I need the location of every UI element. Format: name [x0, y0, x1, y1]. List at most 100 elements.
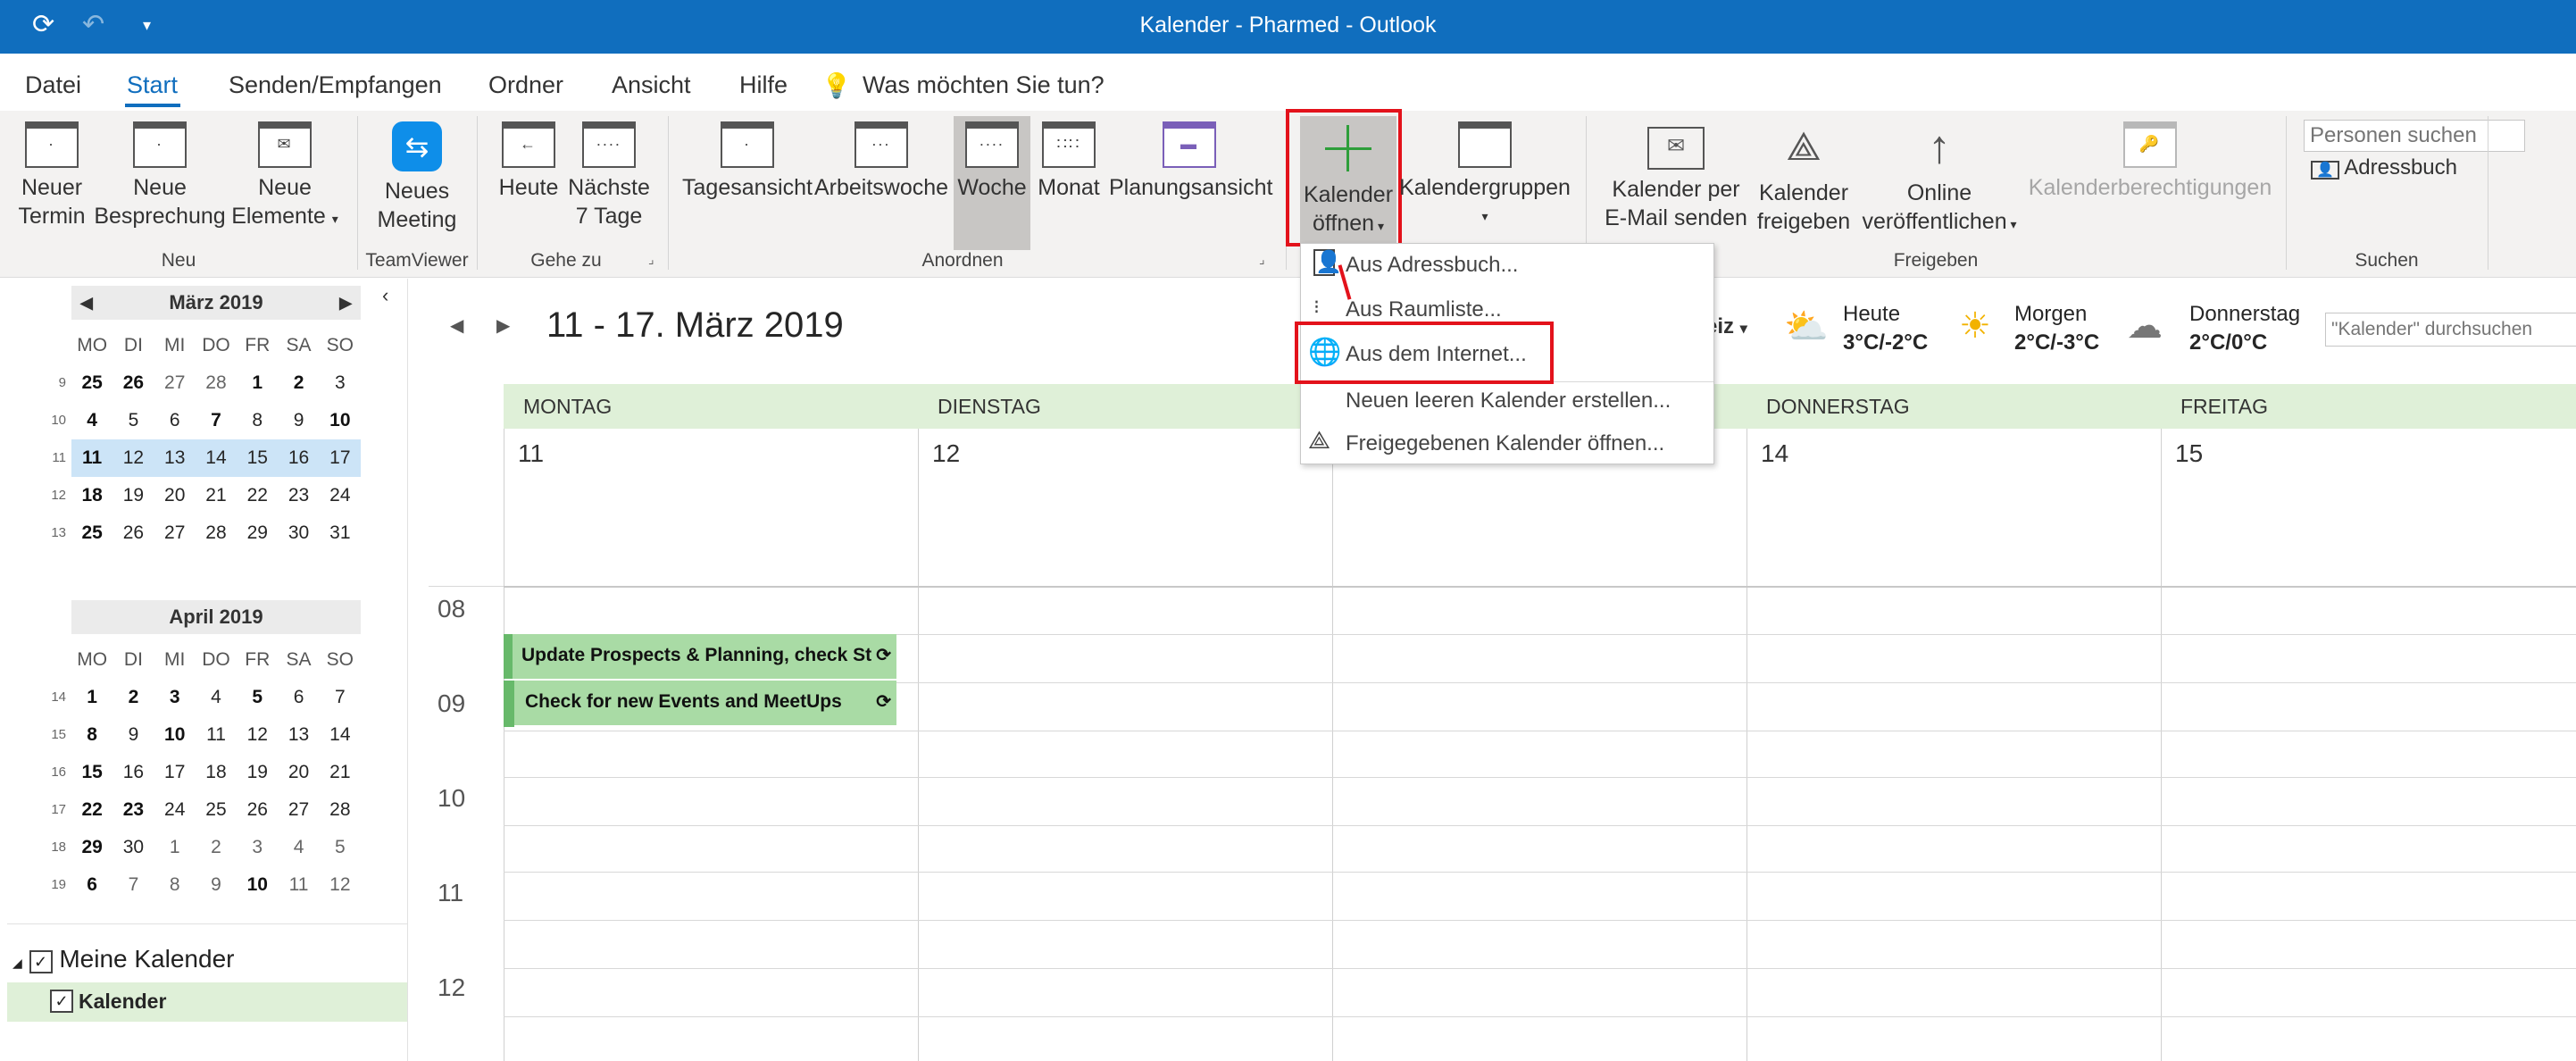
minical-day[interactable]: 11: [71, 447, 113, 469]
new-appointment-button[interactable]: · Neuer Termin: [13, 121, 91, 230]
calendar-search-input[interactable]: [2325, 313, 2576, 347]
minical-day[interactable]: 15: [71, 762, 113, 783]
minical-day[interactable]: 9: [196, 874, 237, 896]
checkbox-icon[interactable]: ✓: [29, 950, 53, 973]
minical-day[interactable]: 3: [237, 837, 278, 858]
work-week-view-button[interactable]: ∙∙∙ Arbeitswoche: [814, 121, 948, 202]
minical-day[interactable]: 2: [196, 837, 237, 858]
minical-day[interactable]: 3: [320, 372, 361, 394]
minical-day[interactable]: 5: [113, 410, 154, 431]
next-month-icon[interactable]: ▶: [339, 286, 352, 320]
schedule-view-button[interactable]: ▬ Planungsansicht: [1109, 121, 1272, 202]
minical-day[interactable]: 5: [320, 837, 361, 858]
minical-day[interactable]: 26: [113, 522, 154, 544]
minical-day[interactable]: 23: [113, 799, 154, 821]
expand-triangle-icon[interactable]: ◢: [13, 956, 22, 970]
minical-day[interactable]: 12: [113, 447, 154, 469]
minical-day[interactable]: 6: [71, 874, 113, 896]
new-items-button[interactable]: ✉ Neue Elemente ▾: [227, 121, 343, 233]
tab-senden-empfangen[interactable]: Senden/Empfangen: [229, 71, 442, 99]
minical-day[interactable]: 18: [71, 485, 113, 506]
minical-day[interactable]: 13: [154, 447, 196, 469]
minical-day[interactable]: 8: [237, 410, 278, 431]
minical-day[interactable]: 6: [278, 687, 319, 708]
menu-item-from-room-list[interactable]: Aus Raumliste...: [1346, 297, 1502, 322]
minical-day[interactable]: 5: [237, 687, 278, 708]
minical-day[interactable]: 29: [71, 837, 113, 858]
calendar-permissions-button[interactable]: 🔑 Kalenderberechtigungen: [2025, 121, 2275, 202]
prev-week-icon[interactable]: ◀: [450, 314, 463, 337]
menu-item-from-address-book[interactable]: Aus Adressbuch...: [1346, 253, 1518, 278]
minical-day[interactable]: 18: [196, 762, 237, 783]
address-book-button[interactable]: 👤 Adressbuch: [2311, 155, 2457, 180]
tab-ansicht[interactable]: Ansicht: [612, 71, 691, 99]
menu-item-new-blank-calendar[interactable]: Neuen leeren Kalender erstellen...: [1346, 388, 1671, 414]
minical-day[interactable]: 28: [196, 372, 237, 394]
minical-day[interactable]: 7: [113, 874, 154, 896]
minical-day[interactable]: 4: [71, 410, 113, 431]
new-teamviewer-meeting-button[interactable]: ⇆ Neues Meeting: [366, 121, 468, 234]
minical-day[interactable]: 8: [154, 874, 196, 896]
minical-day[interactable]: 1: [71, 687, 113, 708]
minical-day[interactable]: 14: [320, 724, 361, 746]
month-view-button[interactable]: ∷∷ Monat: [1030, 121, 1107, 202]
minical-day[interactable]: 7: [320, 687, 361, 708]
minical-day[interactable]: 19: [113, 485, 154, 506]
calendar-event[interactable]: Update Prospects & Planning, check St ⟳: [504, 634, 896, 679]
folder-group-my-calendars[interactable]: ◢ ✓ Meine Kalender: [13, 945, 234, 973]
minical-day[interactable]: 14: [196, 447, 237, 469]
calendar-event[interactable]: Check for new Events and MeetUps ⟳: [514, 681, 896, 725]
minical-day[interactable]: 9: [278, 410, 319, 431]
minical-day[interactable]: 24: [154, 799, 196, 821]
minical-day[interactable]: 2: [113, 687, 154, 708]
minical-day[interactable]: 8: [71, 724, 113, 746]
minical-day[interactable]: 26: [113, 372, 154, 394]
minical-day[interactable]: 27: [278, 799, 319, 821]
minical-day[interactable]: 26: [237, 799, 278, 821]
minical-day[interactable]: 4: [278, 837, 319, 858]
minical-day[interactable]: 25: [71, 522, 113, 544]
new-meeting-request-button[interactable]: · Neue Besprechung: [93, 121, 227, 230]
minical-day[interactable]: 4: [196, 687, 237, 708]
minical-day[interactable]: 10: [154, 724, 196, 746]
week-view-button[interactable]: ∙∙∙∙ Woche: [954, 116, 1030, 250]
minical-day[interactable]: 2: [278, 372, 319, 394]
minical-day[interactable]: 27: [154, 372, 196, 394]
dialog-launcher-icon[interactable]: ⌟: [1259, 252, 1265, 267]
tab-hilfe[interactable]: Hilfe: [739, 71, 788, 99]
minical-day[interactable]: 22: [71, 799, 113, 821]
minical-day[interactable]: 25: [196, 799, 237, 821]
email-calendar-button[interactable]: ✉ Kalender per E-Mail senden: [1600, 121, 1752, 232]
minical-day[interactable]: 17: [154, 762, 196, 783]
minical-day[interactable]: 19: [237, 762, 278, 783]
share-calendar-button[interactable]: ⟁ Kalender freigeben: [1752, 121, 1855, 236]
prev-month-icon[interactable]: ◀: [80, 286, 93, 320]
minical-day[interactable]: 27: [154, 522, 196, 544]
calendar-groups-button[interactable]: Kalendergruppen ▾: [1398, 121, 1571, 230]
minical-day[interactable]: 17: [320, 447, 361, 469]
minical-day[interactable]: 7: [196, 410, 237, 431]
day-view-button[interactable]: · Tagesansicht: [680, 121, 814, 202]
minical-day[interactable]: 20: [154, 485, 196, 506]
publish-online-button[interactable]: ↑ Online veröffentlichen ▾: [1857, 121, 2022, 238]
minical-day[interactable]: 23: [278, 485, 319, 506]
minical-day[interactable]: 13: [278, 724, 319, 746]
minical-day[interactable]: 15: [237, 447, 278, 469]
tell-me-search[interactable]: Was möchten Sie tun?: [863, 71, 1105, 99]
minical-day[interactable]: 30: [278, 522, 319, 544]
tab-datei[interactable]: Datei: [25, 71, 81, 99]
minical-day[interactable]: 28: [196, 522, 237, 544]
minical-day[interactable]: 1: [237, 372, 278, 394]
minical-day[interactable]: 1: [154, 837, 196, 858]
minical-day[interactable]: 6: [154, 410, 196, 431]
minical-day[interactable]: 16: [113, 762, 154, 783]
menu-item-open-shared-calendar[interactable]: Freigegebenen Kalender öffnen...: [1346, 431, 1664, 456]
minical-day[interactable]: 10: [237, 874, 278, 896]
minical-day[interactable]: 11: [196, 724, 237, 746]
minical-day[interactable]: 16: [278, 447, 319, 469]
minical-day[interactable]: 20: [278, 762, 319, 783]
minical-day[interactable]: 11: [278, 874, 319, 896]
minical-day[interactable]: 21: [196, 485, 237, 506]
dialog-launcher-icon[interactable]: ⌟: [648, 252, 654, 267]
today-button[interactable]: ← Heute: [488, 121, 570, 202]
